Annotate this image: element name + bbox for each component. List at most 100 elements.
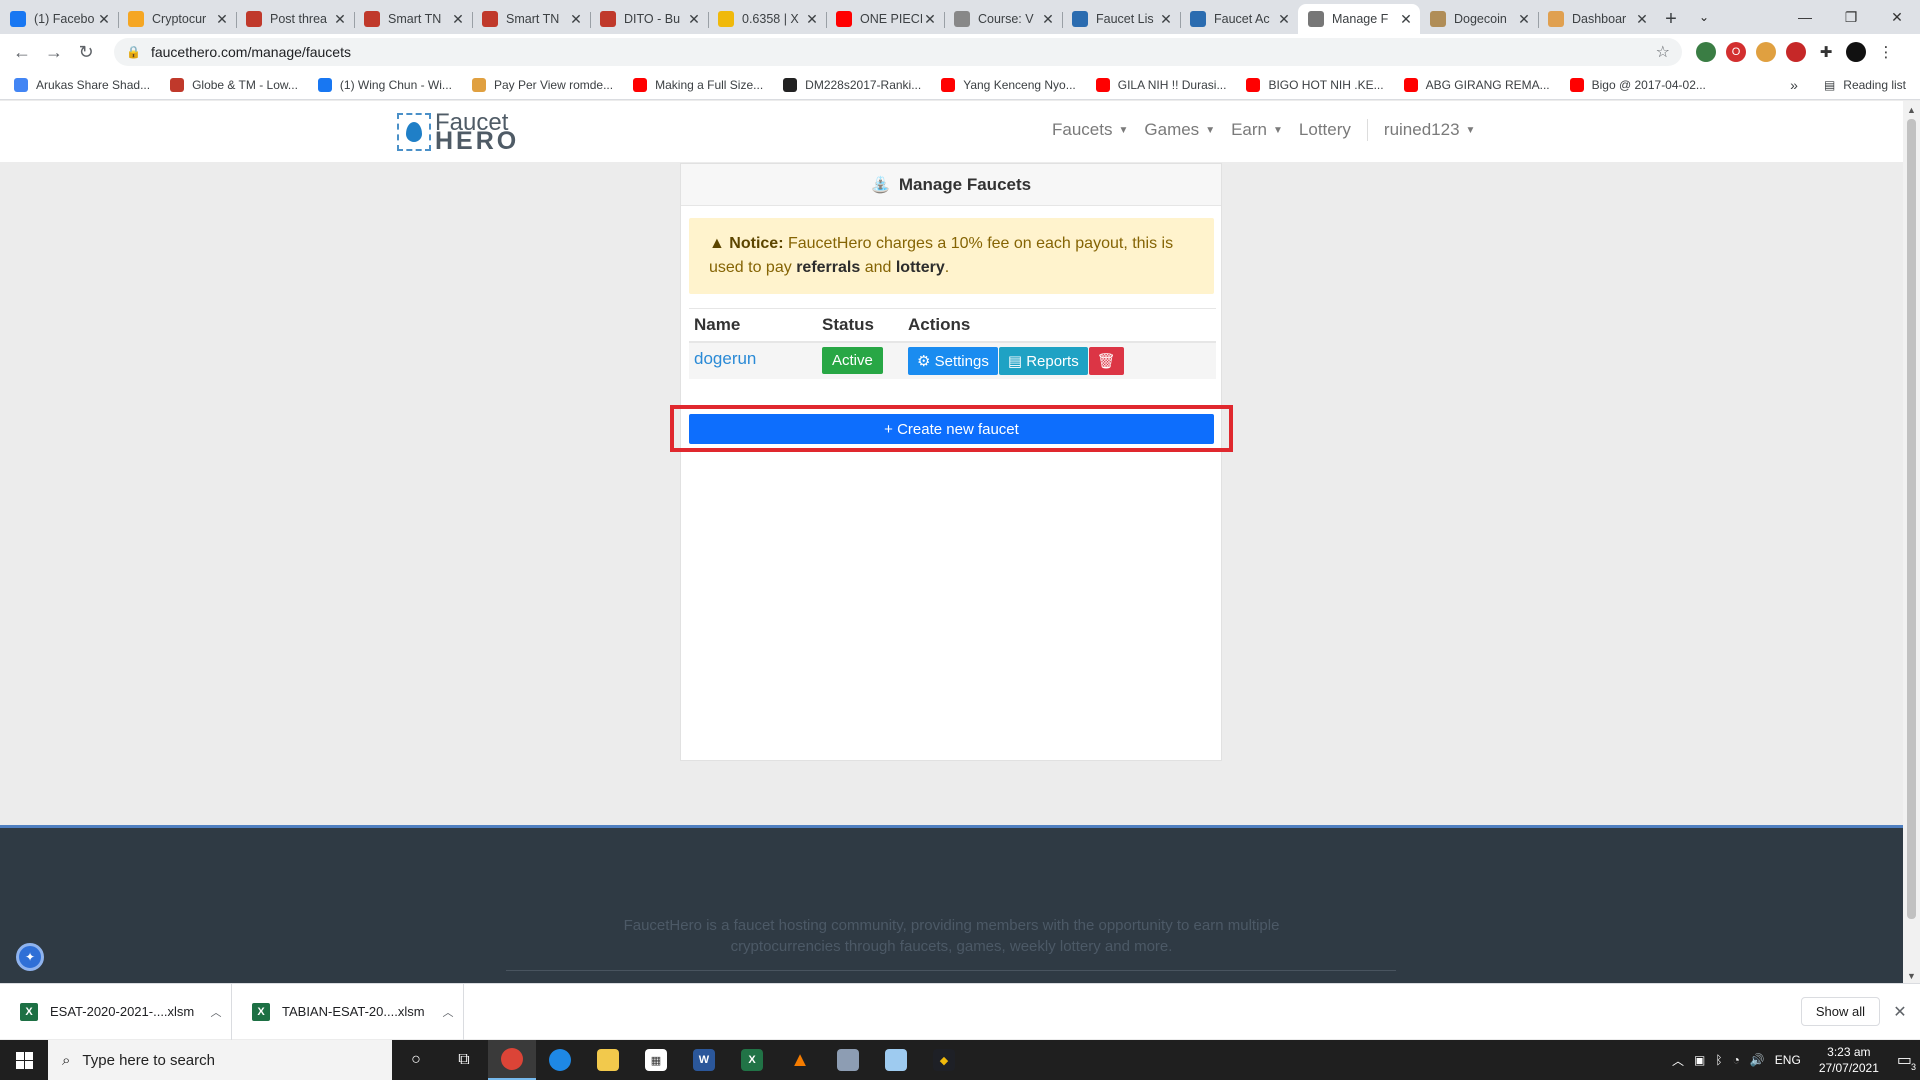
browser-tab[interactable]: Dashboar ✕ xyxy=(1538,4,1656,34)
bluetooth-icon[interactable]: ᛒ xyxy=(1715,1053,1722,1067)
browser-tab[interactable]: Smart TN ✕ xyxy=(472,4,590,34)
scroll-up-icon[interactable]: ▲ xyxy=(1907,105,1916,115)
language-indicator[interactable]: ENG xyxy=(1775,1053,1801,1067)
wifi-icon[interactable]: ◔ xyxy=(1733,1053,1740,1067)
reload-icon[interactable]: ↻ xyxy=(72,38,100,66)
bookmark-item[interactable]: ABG GIRANG REMA... xyxy=(1403,77,1550,92)
bookmark-item[interactable]: Yang Kenceng Nyo... xyxy=(941,77,1076,92)
opera-extension-icon[interactable]: O xyxy=(1726,42,1746,62)
store-icon[interactable]: ▦ xyxy=(632,1040,680,1080)
floating-help-button[interactable]: ✦ xyxy=(16,943,44,971)
browser-tab[interactable]: Faucet Lis ✕ xyxy=(1062,4,1180,34)
scroll-down-icon[interactable]: ▼ xyxy=(1907,971,1916,981)
file-explorer-icon[interactable] xyxy=(584,1040,632,1080)
browser-tab[interactable]: ONE PIECI ✕ xyxy=(826,4,944,34)
vlc-icon[interactable]: ▲ xyxy=(776,1040,824,1080)
tab-close-icon[interactable]: ✕ xyxy=(686,11,702,28)
download-item[interactable]: X TABIAN-ESAT-20....xlsm ︿ xyxy=(232,983,464,1040)
app-icon[interactable] xyxy=(824,1040,872,1080)
puzzle-icon[interactable]: ✚ xyxy=(1816,42,1836,62)
edge-taskbar-icon[interactable] xyxy=(536,1040,584,1080)
bookmark-item[interactable]: Globe & TM - Low... xyxy=(170,77,298,92)
tab-close-icon[interactable]: ✕ xyxy=(568,11,584,28)
bookmark-item[interactable]: Arukas Share Shad... xyxy=(14,77,150,92)
download-filename[interactable]: TABIAN-ESAT-20....xlsm xyxy=(282,1004,433,1019)
tab-close-icon[interactable]: ✕ xyxy=(1634,11,1650,28)
extension-icon[interactable] xyxy=(1696,42,1716,62)
scrollbar-thumb[interactable] xyxy=(1907,119,1916,919)
tab-close-icon[interactable]: ✕ xyxy=(922,11,938,28)
reading-list-label[interactable]: Reading list xyxy=(1843,78,1906,92)
minimize-icon[interactable]: — xyxy=(1782,0,1828,34)
browser-tab[interactable]: Smart TN ✕ xyxy=(354,4,472,34)
menu-earn[interactable]: Earn ▼ xyxy=(1231,120,1283,140)
excel-icon[interactable]: X xyxy=(728,1040,776,1080)
reading-list-icon[interactable]: ▤ xyxy=(1824,78,1835,92)
browser-tab[interactable]: Post threa ✕ xyxy=(236,4,354,34)
adblock-icon[interactable] xyxy=(1786,42,1806,62)
settings-button[interactable]: ⚙ Settings xyxy=(908,347,998,375)
more-bookmarks-icon[interactable]: » xyxy=(1790,77,1798,93)
tab-close-icon[interactable]: ✕ xyxy=(1516,11,1532,28)
restore-icon[interactable]: ❐ xyxy=(1828,0,1874,34)
notepad-icon[interactable] xyxy=(872,1040,920,1080)
bookmark-item[interactable]: (1) Wing Chun - Wi... xyxy=(317,77,452,92)
tab-close-icon[interactable]: ✕ xyxy=(96,11,112,28)
menu-games[interactable]: Games ▼ xyxy=(1144,120,1215,140)
browser-tab[interactable]: Cryptocur ✕ xyxy=(118,4,236,34)
close-window-icon[interactable]: ✕ xyxy=(1874,0,1920,34)
cortana-icon[interactable]: ○ xyxy=(392,1040,440,1080)
chevron-up-icon[interactable]: ︿ xyxy=(433,1004,463,1020)
tab-close-icon[interactable]: ✕ xyxy=(1158,11,1174,28)
tab-close-icon[interactable]: ✕ xyxy=(332,11,348,28)
page-scrollbar[interactable]: ▲ ▼ xyxy=(1903,101,1920,983)
browser-tab[interactable]: Manage F ✕ xyxy=(1298,4,1420,34)
bookmark-item[interactable]: Making a Full Size... xyxy=(633,77,763,92)
browser-tab[interactable]: Dogecoin ✕ xyxy=(1420,4,1538,34)
volume-icon[interactable]: 🔊 xyxy=(1750,1053,1765,1067)
tray-expand-icon[interactable]: ︿ xyxy=(1672,1052,1684,1069)
tab-search-icon[interactable]: ⌄ xyxy=(1686,0,1722,34)
tab-close-icon[interactable]: ✕ xyxy=(1276,11,1292,28)
menu-user[interactable]: ruined123 ▼ xyxy=(1384,120,1476,140)
kebab-menu-icon[interactable]: ⋮ xyxy=(1876,42,1896,62)
reports-button[interactable]: ▤ Reports xyxy=(998,347,1088,375)
tab-close-icon[interactable]: ✕ xyxy=(1398,11,1414,28)
tab-close-icon[interactable]: ✕ xyxy=(804,11,820,28)
close-downloads-icon[interactable]: ✕ xyxy=(1880,1002,1920,1022)
bookmark-item[interactable]: BIGO HOT NIH .KE... xyxy=(1246,77,1384,92)
url-text[interactable]: faucethero.com/manage/faucets xyxy=(151,44,1656,60)
bookmark-item[interactable]: Pay Per View romde... xyxy=(471,77,613,92)
download-item[interactable]: X ESAT-2020-2021-....xlsm ︿ xyxy=(0,983,232,1040)
profile-avatar[interactable] xyxy=(1846,42,1866,62)
browser-tab[interactable]: DITO - Bu ✕ xyxy=(590,4,708,34)
forward-icon[interactable]: → xyxy=(40,38,68,66)
clock[interactable]: 3:23 am 27/07/2021 xyxy=(1819,1044,1879,1076)
browser-tab[interactable]: (1) Facebo ✕ xyxy=(0,4,118,34)
tab-close-icon[interactable]: ✕ xyxy=(214,11,230,28)
back-icon[interactable]: ← xyxy=(8,38,36,66)
tab-close-icon[interactable]: ✕ xyxy=(1040,11,1056,28)
delete-button[interactable]: 🗑 xyxy=(1088,347,1124,375)
new-tab-button[interactable]: + xyxy=(1656,4,1686,34)
task-view-icon[interactable]: ⧉ xyxy=(440,1040,488,1080)
bookmark-item[interactable]: DM228s2017-Ranki... xyxy=(783,77,921,92)
browser-tab[interactable]: Faucet Ac ✕ xyxy=(1180,4,1298,34)
show-all-button[interactable]: Show all xyxy=(1800,997,1880,1026)
faucet-name-link[interactable]: dogerun xyxy=(694,349,756,368)
tab-close-icon[interactable]: ✕ xyxy=(450,11,466,28)
browser-tab[interactable]: Course: V ✕ xyxy=(944,4,1062,34)
browser-tab[interactable]: 0.6358 | X ✕ xyxy=(708,4,826,34)
word-icon[interactable]: W xyxy=(680,1040,728,1080)
chrome-taskbar-icon[interactable] xyxy=(488,1040,536,1080)
start-button[interactable] xyxy=(0,1040,48,1080)
lock-icon[interactable]: 🔒 xyxy=(126,45,141,59)
download-filename[interactable]: ESAT-2020-2021-....xlsm xyxy=(50,1004,201,1019)
menu-lottery[interactable]: Lottery xyxy=(1299,120,1351,140)
address-bar[interactable]: 🔒 faucethero.com/manage/faucets ☆ xyxy=(114,38,1682,66)
site-logo[interactable]: Faucet HERO xyxy=(397,111,519,154)
menu-faucets[interactable]: Faucets ▼ xyxy=(1052,120,1128,140)
chevron-up-icon[interactable]: ︿ xyxy=(201,1004,231,1020)
bookmark-star-icon[interactable]: ☆ xyxy=(1656,42,1670,62)
taskbar-search[interactable]: ⌕ Type here to search xyxy=(48,1040,392,1080)
